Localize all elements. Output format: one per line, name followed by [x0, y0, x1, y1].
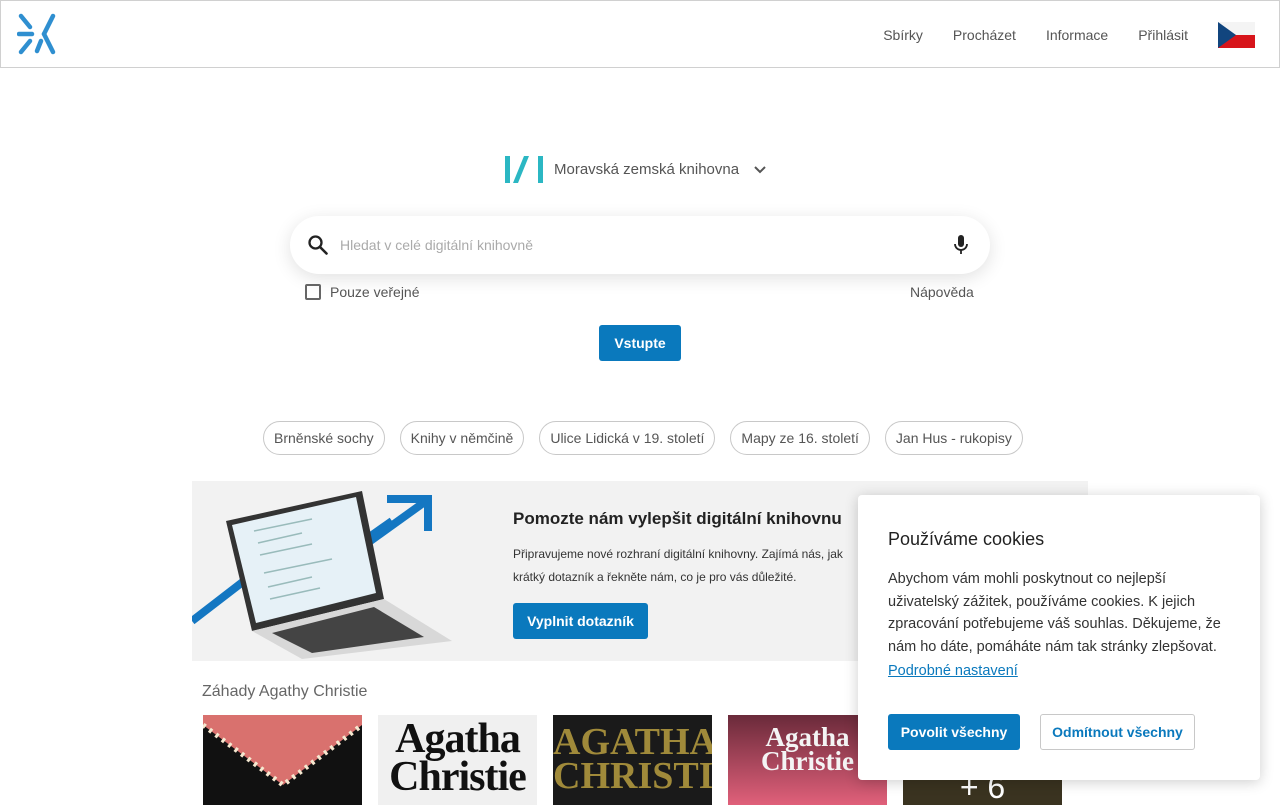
public-only-checkbox[interactable] [305, 284, 321, 300]
search-bar [290, 216, 990, 274]
chip-jan-hus-manuscripts[interactable]: Jan Hus - rukopisy [884, 421, 1023, 455]
nav-browse[interactable]: Procházet [953, 27, 1016, 43]
nav-information[interactable]: Informace [1046, 27, 1108, 43]
cookie-text: Abychom vám mohli poskytnout co nejlepší… [888, 571, 1221, 655]
nav-login[interactable]: Přihlásit [1138, 27, 1188, 43]
help-link[interactable]: Nápověda [910, 284, 974, 300]
book-cover[interactable]: Agatha Christie [378, 715, 537, 805]
app-logo-icon[interactable] [17, 13, 59, 57]
cookie-dialog: Používáme cookies Abychom vám mohli posk… [858, 495, 1260, 780]
chip-16th-century-maps[interactable]: Mapy ze 16. století [730, 421, 870, 455]
collection-title[interactable]: Záhady Agathy Christie [202, 683, 367, 701]
nav-collections[interactable]: Sbírky [883, 27, 923, 43]
chip-german-books[interactable]: Knihy v němčině [399, 421, 525, 455]
cover-title: AGATHA CHRISTIE [553, 721, 712, 798]
fill-survey-button[interactable]: Vyplnit dotazník [513, 603, 648, 639]
cover-art [203, 715, 362, 789]
library-selector[interactable]: Moravská zemská knihovna [504, 154, 767, 184]
main-nav: Sbírky Procházet Informace Přihlásit [883, 1, 1255, 69]
book-cover[interactable]: AGATHA CHRISTIE [553, 715, 712, 805]
library-logo-icon [505, 156, 543, 183]
search-input[interactable] [340, 230, 920, 260]
cookie-details-link[interactable]: Podrobné nastavení [888, 663, 1018, 679]
book-cover[interactable] [203, 715, 362, 805]
cookie-title: Používáme cookies [888, 529, 1045, 549]
suggestion-chips: Brněnské sochy Knihy v němčině Ulice Lid… [263, 421, 1038, 455]
public-only-label: Pouze veřejné [330, 284, 420, 300]
allow-all-button[interactable]: Povolit všechny [888, 714, 1020, 750]
laptop-illustration [192, 491, 452, 659]
banner-title: Pomozte nám vylepšit digitální knihovnu [513, 509, 842, 528]
microphone-icon[interactable] [952, 234, 970, 256]
banner-text: Připravujeme nové rozhraní digitální kni… [513, 547, 843, 584]
library-name: Moravská zemská knihovna [554, 160, 740, 178]
public-only-toggle[interactable]: Pouze veřejné [305, 284, 420, 300]
chip-lidicka-street[interactable]: Ulice Lidická v 19. století [539, 421, 716, 455]
czech-flag-icon[interactable] [1218, 22, 1255, 48]
search-icon[interactable] [307, 234, 329, 256]
enter-button[interactable]: Vstupte [599, 325, 681, 361]
chevron-down-icon [754, 166, 766, 174]
deny-all-button[interactable]: Odmítnout všechny [1040, 714, 1195, 750]
chip-brno-statues[interactable]: Brněnské sochy [263, 421, 385, 455]
top-header: Sbírky Procházet Informace Přihlásit [0, 0, 1280, 68]
cover-title: Agatha Christie [389, 716, 527, 800]
